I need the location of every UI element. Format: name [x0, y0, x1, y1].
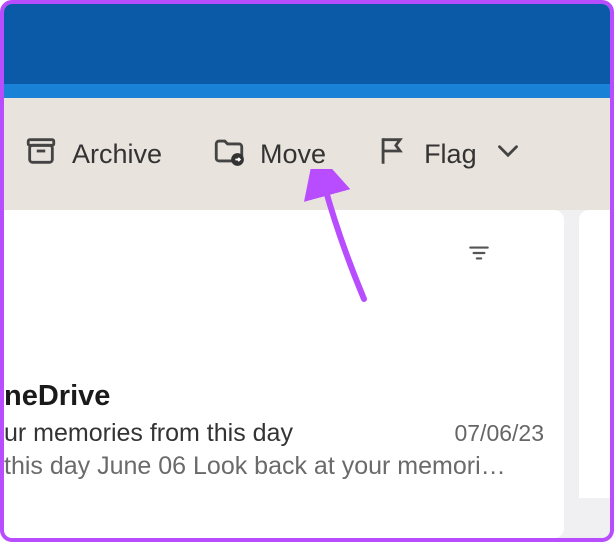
chevron-down-icon[interactable] [491, 134, 525, 175]
filter-button[interactable] [466, 240, 492, 271]
message-list-panel: neDrive ur memories from this day 07/06/… [4, 210, 564, 538]
toolbar: Archive Move Flag [4, 98, 610, 210]
title-bar [4, 4, 610, 84]
message-item[interactable]: neDrive ur memories from this day 07/06/… [4, 380, 544, 481]
archive-label: Archive [72, 139, 162, 170]
reading-pane [579, 210, 610, 498]
flag-label: Flag [424, 139, 477, 170]
message-preview: this day June 06 Look back at your memor… [4, 452, 544, 481]
flag-icon [376, 134, 410, 175]
flag-button[interactable]: Flag [376, 134, 525, 175]
archive-button[interactable]: Archive [24, 134, 162, 175]
app-frame: Archive Move Flag [0, 0, 614, 542]
message-date: 07/06/23 [434, 420, 544, 447]
move-button[interactable]: Move [212, 134, 326, 175]
move-folder-icon [212, 134, 246, 175]
archive-icon [24, 134, 58, 175]
message-subject: ur memories from this day [4, 419, 293, 448]
message-sender: neDrive [4, 380, 544, 413]
move-label: Move [260, 139, 326, 170]
ribbon-accent [4, 84, 610, 98]
